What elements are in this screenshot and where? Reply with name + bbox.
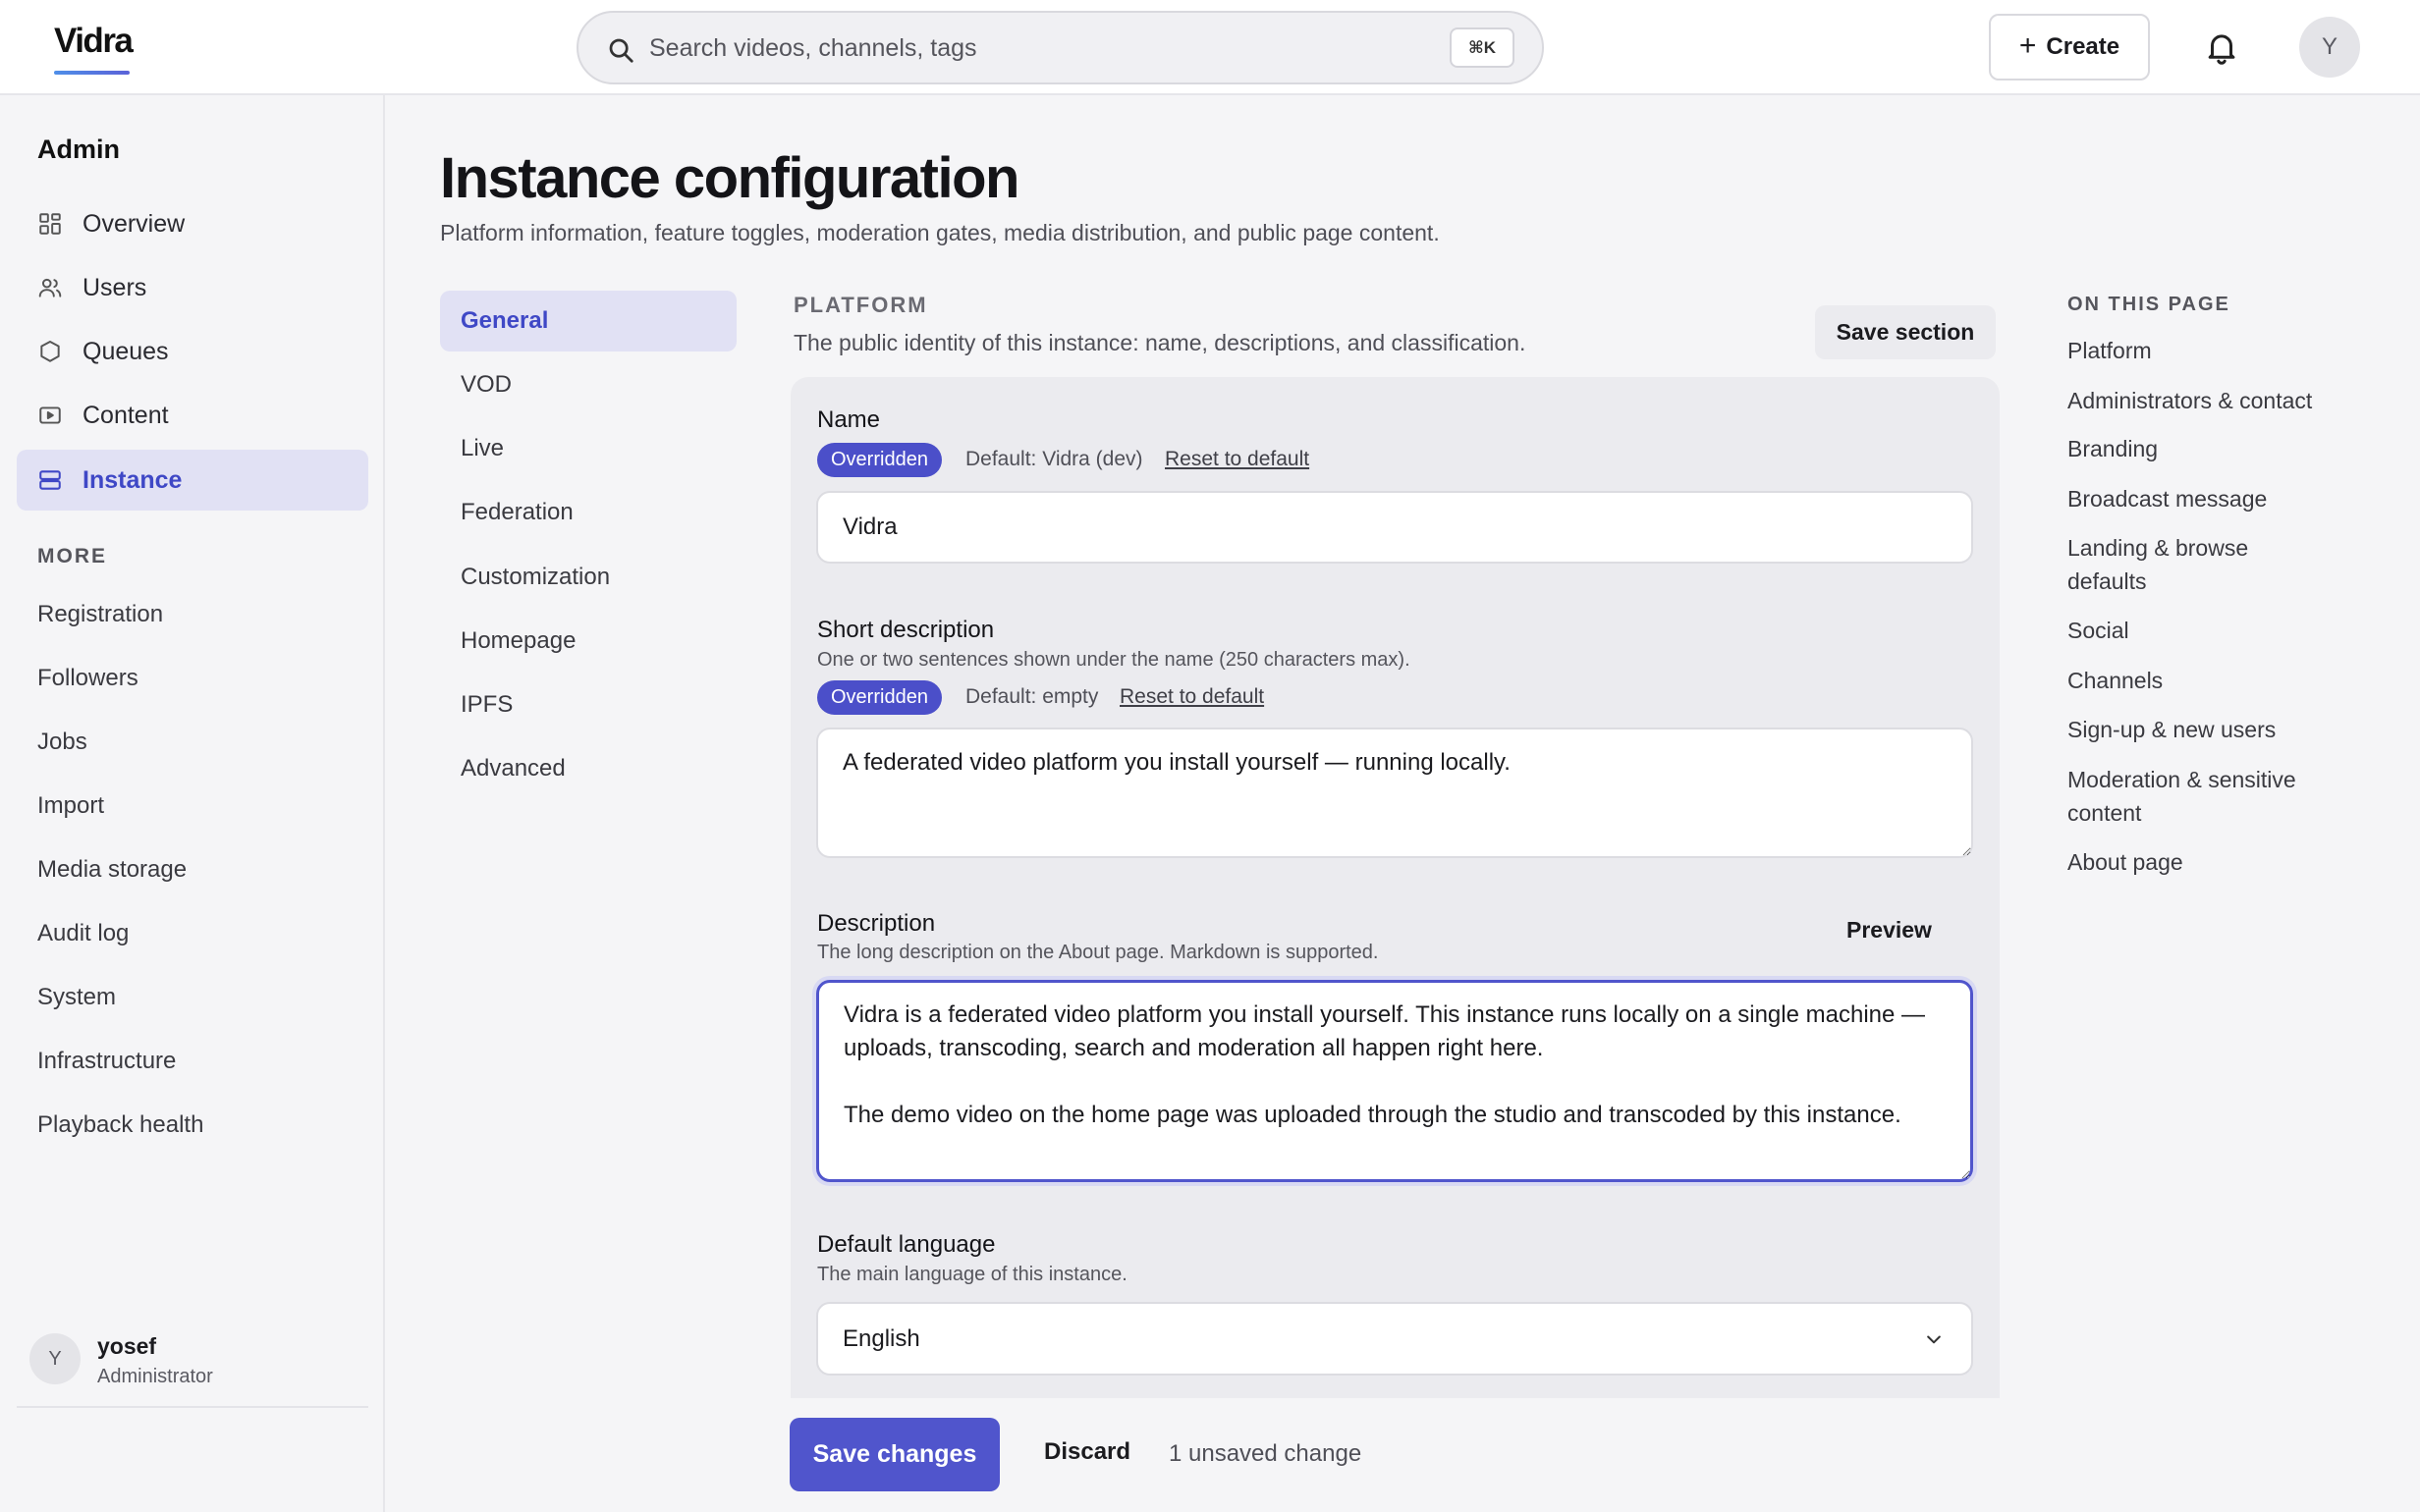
sidebar-item-users[interactable]: Users — [17, 257, 368, 318]
subnav-item-vod[interactable]: VOD — [440, 354, 737, 415]
sidebar-heading: Admin — [37, 135, 120, 164]
search-icon — [609, 38, 633, 63]
short-description-reset-link[interactable]: Reset to default — [1120, 685, 1264, 709]
sidebar-more-heading: MORE — [37, 545, 107, 567]
create-button[interactable]: + Create — [1989, 14, 2150, 81]
sidebar-user-avatar[interactable]: Y — [29, 1333, 81, 1384]
subnav-item-federation[interactable]: Federation — [440, 482, 737, 543]
save-bar — [385, 1398, 2420, 1512]
bell-icon[interactable] — [2203, 27, 2240, 67]
section-label: PLATFORM — [794, 293, 928, 317]
search-bar[interactable]: ⌘K — [577, 11, 1544, 84]
sidebar-divider — [17, 1406, 368, 1408]
sidebar-more-item-import[interactable]: Import — [37, 792, 104, 820]
short-description-help: One or two sentences shown under the nam… — [817, 649, 1410, 671]
hexagon-icon — [40, 341, 60, 362]
sidebar-item-overview[interactable]: Overview — [17, 193, 368, 254]
plus-icon: + — [2018, 28, 2037, 62]
search-shortcut-hint: ⌘K — [1450, 27, 1514, 68]
toc-item-social[interactable]: Social — [2067, 614, 2342, 647]
description-preview-button[interactable]: Preview — [1846, 917, 1932, 944]
discard-button[interactable]: Discard — [1044, 1438, 1130, 1466]
name-reset-link[interactable]: Reset to default — [1165, 448, 1309, 471]
subnav-item-homepage[interactable]: Homepage — [440, 611, 737, 672]
user-avatar-top[interactable]: Y — [2299, 17, 2360, 78]
save-section-button[interactable]: Save section — [1815, 305, 1996, 359]
default-language-help: The main language of this instance. — [817, 1264, 1128, 1285]
name-input[interactable] — [816, 491, 1973, 564]
sidebar-more-item-jobs[interactable]: Jobs — [37, 729, 87, 756]
toc-heading: ON THIS PAGE — [2067, 294, 2230, 315]
default-language-value: English — [843, 1325, 920, 1352]
default-language-select[interactable]: English — [816, 1302, 1973, 1376]
sidebar-user-name: yosef — [97, 1333, 157, 1359]
toc-item-landing-browse-defaults[interactable]: Landing & browse defaults — [2067, 531, 2323, 598]
short-description-default-value: Default: empty — [965, 685, 1099, 708]
sidebar-item-label: Content — [82, 401, 169, 429]
play-square-icon — [39, 406, 61, 424]
subnav-item-live[interactable]: Live — [440, 418, 737, 479]
sidebar-item-label: Queues — [82, 337, 169, 365]
grid-icon — [39, 213, 61, 235]
sidebar-more-item-registration[interactable]: Registration — [37, 601, 163, 628]
toc-item-about-page[interactable]: About page — [2067, 845, 2342, 879]
subnav-item-advanced[interactable]: Advanced — [440, 738, 737, 799]
page-subtitle: Platform information, feature toggles, m… — [440, 220, 1440, 245]
subnav-item-customization[interactable]: Customization — [440, 547, 737, 608]
description-textarea[interactable]: Vidra is a federated video platform you … — [816, 980, 1973, 1182]
short-description-textarea[interactable]: A federated video platform you install y… — [816, 728, 1973, 858]
sidebar-item-instance[interactable]: Instance — [17, 450, 368, 511]
section-description: The public identity of this instance: na… — [794, 330, 1526, 355]
sidebar-item-label: Overview — [82, 209, 186, 238]
search-input[interactable] — [649, 23, 1415, 74]
subnav-item-general[interactable]: General — [440, 291, 737, 351]
app-logo[interactable]: Vidra — [54, 22, 134, 61]
toc-item-branding[interactable]: Branding — [2067, 432, 2342, 465]
sidebar-more-item-media-storage[interactable]: Media storage — [37, 856, 187, 884]
users-icon — [38, 278, 62, 297]
admin-sidebar: Admin Overview Users Queues Content Inst… — [0, 95, 385, 1512]
description-label: Description — [817, 910, 936, 937]
name-field-label: Name — [817, 406, 881, 433]
short-description-label: Short description — [817, 617, 995, 643]
toc-item-signup-new-users[interactable]: Sign-up & new users — [2067, 713, 2342, 746]
sidebar-more-item-audit-log[interactable]: Audit log — [37, 920, 129, 947]
sidebar-more-item-followers[interactable]: Followers — [37, 665, 138, 692]
logo-underline — [54, 71, 130, 75]
top-bar: Vidra ⌘K + Create Y — [0, 0, 2420, 95]
unsaved-status: 1 unsaved change — [1169, 1440, 1362, 1467]
page-title: Instance configuration — [440, 146, 1019, 210]
toc-item-moderation-sensitive-content[interactable]: Moderation & sensitive content — [2067, 763, 2342, 830]
sidebar-more-item-infrastructure[interactable]: Infrastructure — [37, 1048, 176, 1075]
toc-item-channels[interactable]: Channels — [2067, 664, 2342, 697]
sidebar-more-item-playback-health[interactable]: Playback health — [37, 1111, 203, 1139]
chevron-down-icon — [1927, 1335, 1941, 1344]
subnav-item-ipfs[interactable]: IPFS — [440, 675, 737, 735]
overridden-badge: Overridden — [817, 443, 942, 477]
name-default-value: Default: Vidra (dev) — [965, 448, 1143, 470]
sidebar-item-content[interactable]: Content — [17, 385, 368, 446]
sidebar-item-label: Instance — [82, 465, 183, 494]
description-help: The long description on the About page. … — [817, 942, 1379, 963]
sidebar-more-item-system[interactable]: System — [37, 984, 116, 1011]
save-changes-button[interactable]: Save changes — [790, 1418, 1000, 1491]
create-button-label: Create — [2046, 33, 2120, 60]
overridden-badge: Overridden — [817, 680, 942, 715]
server-icon — [39, 470, 61, 490]
toc-item-broadcast-message[interactable]: Broadcast message — [2067, 482, 2342, 515]
sidebar-user-role: Administrator — [97, 1366, 213, 1387]
toc-item-administrators-contact[interactable]: Administrators & contact — [2067, 384, 2342, 417]
default-language-label: Default language — [817, 1231, 996, 1258]
sidebar-item-queues[interactable]: Queues — [17, 321, 368, 382]
toc-item-platform[interactable]: Platform — [2067, 334, 2342, 367]
sidebar-item-label: Users — [82, 273, 147, 301]
